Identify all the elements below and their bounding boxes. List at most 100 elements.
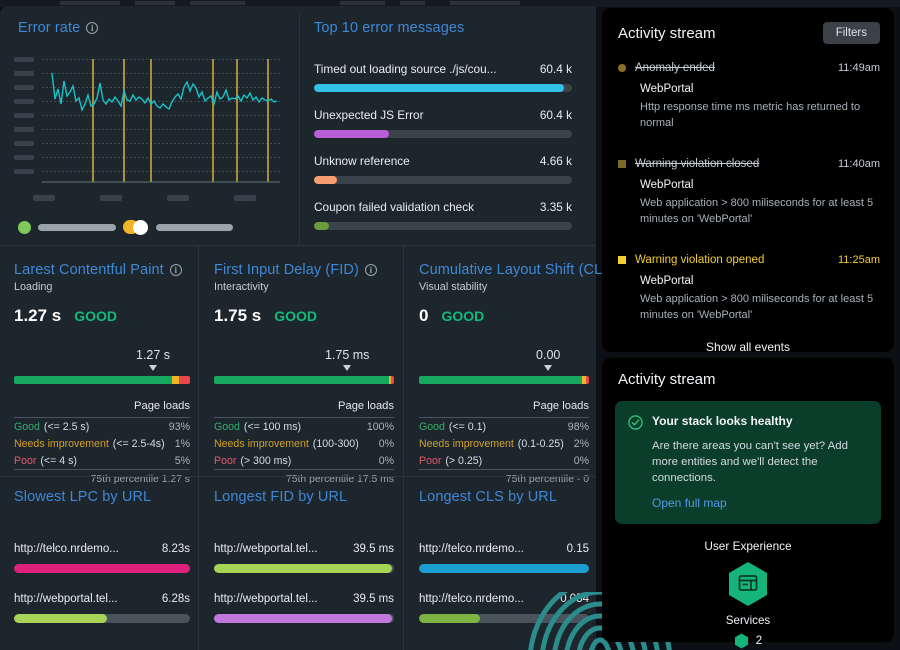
error-message-bar [314,84,572,92]
url-row[interactable]: http://telco.nrdemo...0.054 [419,593,589,623]
error-message-row[interactable]: Timed out loading source ./js/cou...60.4… [314,62,572,92]
error-rate-title[interactable]: Error rate i [18,20,293,36]
health-body: Are there areas you can't see yet? Add m… [652,438,867,487]
web-vital-gauge-wrap: 1.27 s [14,348,190,384]
event-entity[interactable]: WebPortal [640,83,880,95]
check-circle-icon [628,415,643,430]
services-label: Services [602,614,894,627]
web-vital-title[interactable]: First Input Delay (FID)i [214,262,394,278]
stack-health-banner: Your stack looks healthy Are there areas… [615,401,881,524]
web-vital-title[interactable]: Cumulative Layout Shift (CL [419,262,589,278]
event-entity[interactable]: WebPortal [640,275,880,287]
error-rate-title-text: Error rate [18,20,80,36]
page-load-row: Good(<= 100 ms)100% [214,418,394,435]
top-errors-title[interactable]: Top 10 error messages [314,20,572,36]
url-value: 39.5 ms [353,543,394,555]
divider-vertical-5 [403,477,404,650]
error-message-row[interactable]: Unknow reference 4.66 k [314,154,572,184]
chart-gridlines [42,60,280,172]
error-message-count: 4.66 k [540,154,572,168]
page-loads-header: Page loads [14,400,190,417]
dashboard-surface: Error rate i [0,6,596,650]
info-icon[interactable]: i [86,22,98,34]
url-row[interactable]: http://webportal.tel... 6.28s [14,593,190,623]
right-column: Activity stream Filters Anomaly ended 11:… [598,0,900,650]
time-range-slider[interactable] [18,220,233,234]
page-load-row: Good(<= 0.1)98% [419,418,589,435]
show-all-events-link[interactable]: Show all events [602,340,894,354]
slider-track-left[interactable] [38,224,116,231]
hexagon-icon [734,633,749,649]
slider-knob[interactable] [123,220,149,234]
url-row[interactable]: http://telco.nrdemo... 8.23s [14,543,190,573]
error-message-row[interactable]: Coupon failed validation check3.35 k [314,200,572,230]
error-message-label: Unknow reference [314,154,410,168]
error-rate-chart[interactable] [14,54,284,186]
panel-url-1: Longest FID by URL http://webportal.tel..… [214,489,394,643]
url-value: 6.28s [162,593,190,605]
y-axis-skeleton-labels [14,57,34,174]
info-icon[interactable]: i [365,264,377,276]
url-bar [214,614,394,623]
x-tick-skeleton [100,195,122,201]
web-vital-title[interactable]: Larest Contentful Painti [14,262,190,278]
url-panel-title[interactable]: Slowest LPC by URL [14,489,190,505]
url-bar [419,564,589,573]
event-entity[interactable]: WebPortal [640,179,880,191]
url-label: http://webportal.tel... [14,593,118,605]
x-tick-skeleton [33,195,55,201]
url-bar [14,564,190,573]
gauge-marker: 0.00 [419,348,589,376]
slider-start-dot[interactable] [18,221,31,234]
slider-track-right[interactable] [156,224,233,231]
web-vital-rating: GOOD [74,308,117,324]
activity-stream-title: Activity stream [618,25,716,42]
event-time: 11:49am [838,62,880,74]
filters-button[interactable]: Filters [823,22,880,44]
activity-event[interactable]: Warning violation closed11:40amWebPortal… [618,158,880,228]
card-stack-health: Activity stream Your stack looks healthy… [602,358,894,642]
url-row[interactable]: http://webportal.tel...39.5 ms [214,593,394,623]
x-tick-skeleton [167,195,189,201]
health-title: Your stack looks healthy [652,414,793,428]
info-icon[interactable]: i [170,264,182,276]
activity-event[interactable]: Anomaly ended11:49amWebPortalHttp respon… [618,62,880,132]
event-title: Anomaly ended [635,62,715,74]
url-row[interactable]: http://telco.nrdemo... 0.15 [419,543,589,573]
top-errors-list: Timed out loading source ./js/cou...60.4… [314,62,572,230]
error-message-count: 60.4 k [540,108,572,122]
url-label: http://telco.nrdemo... [419,593,524,605]
activity-event[interactable]: Warning violation opened 11:25am WebPortal… [618,254,880,324]
url-value: 0.15 [567,543,589,555]
event-time: 11:25am [838,254,880,266]
error-message-count: 60.4 k [540,62,572,76]
event-title: Warning violation opened [635,254,764,266]
page-load-row: Poor(> 0.25)0% [419,452,589,469]
web-vital-gauge [214,376,394,384]
web-vital-gauge [14,376,190,384]
url-panel-title[interactable]: Longest FID by URL [214,489,394,505]
percentile-footer: 75th percentile - 0 [419,470,589,485]
open-full-map-link[interactable]: Open full map [652,496,867,510]
web-vital-title-text: Cumulative Layout Shift (CL [419,262,602,278]
x-tick-skeleton [234,195,256,201]
url-label: http://telco.nrdemo... [419,543,524,555]
event-status-marker [618,64,626,72]
browser-tile-icon [727,561,769,607]
divider-vertical-4 [198,477,199,650]
url-label: http://telco.nrdemo... [14,543,119,555]
panel-web-vital-0: Larest Contentful PaintiLoading1.27 sGOO… [14,262,190,485]
panel-error-rate: Error rate i [18,20,293,36]
url-row[interactable]: http://webportal.tel...39.5 ms [214,543,394,573]
error-message-row[interactable]: Unexpected JS Error60.4 k [314,108,572,138]
divider-vertical-3 [403,246,404,476]
divider-vertical-1 [299,14,300,246]
url-panel-title[interactable]: Longest CLS by URL [419,489,589,505]
error-message-bar [314,222,572,230]
web-vital-subtitle: Interactivity [214,281,394,293]
url-value: 8.23s [162,543,190,555]
panel-url-2: Longest CLS by URL http://telco.nrdemo...… [419,489,589,643]
event-title: Warning violation closed [635,158,759,170]
entity-hexagon[interactable] [602,561,894,607]
divider-horizontal-1 [0,245,596,246]
